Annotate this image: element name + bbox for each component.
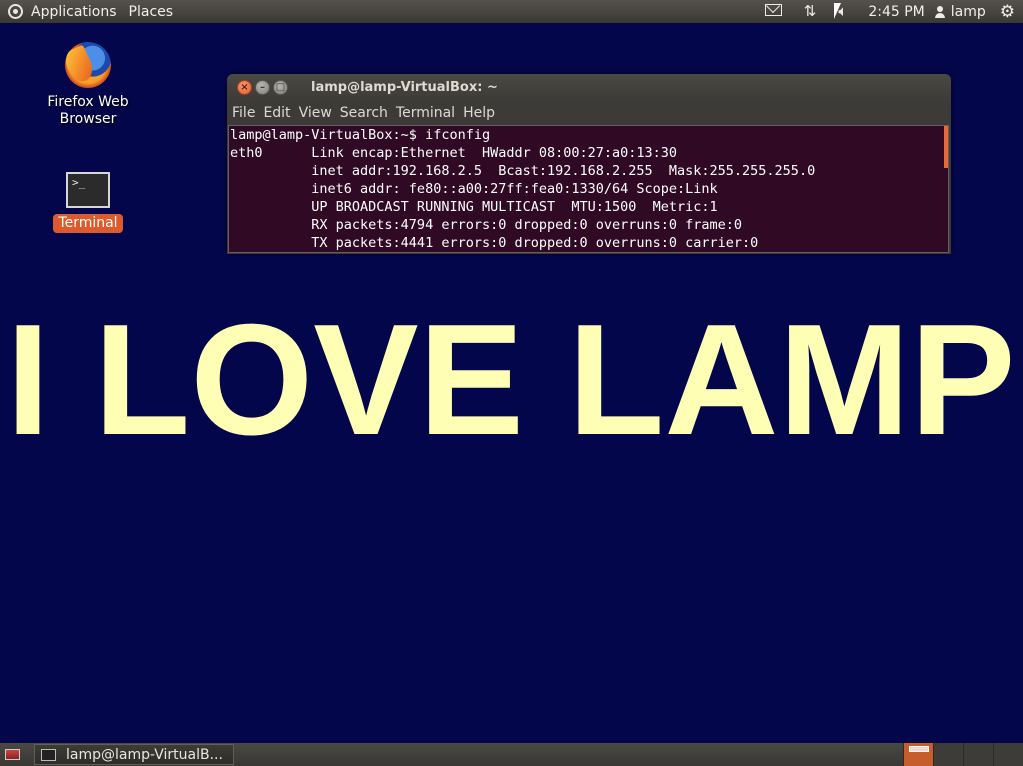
user-icon [934, 5, 945, 18]
terminal-icon [41, 748, 56, 761]
terminal-window[interactable]: × – □ lamp@lamp-VirtualBox: ~ File Edit … [227, 74, 951, 254]
maximize-button[interactable]: □ [273, 80, 288, 95]
workspace-switcher [903, 743, 1023, 766]
window-controls: × – □ [237, 80, 291, 95]
terminal-output[interactable]: lamp@lamp-VirtualBox:~$ ifconfig eth0 Li… [228, 125, 949, 253]
menu-view[interactable]: View [299, 105, 332, 121]
terminal-icon: >_ [66, 172, 110, 208]
top-panel: Applications Places ⇅ 🔈︎ 2:45 PM lamp ⚙ [0, 0, 1023, 23]
terminal-title: lamp@lamp-VirtualBox: ~ [311, 80, 498, 95]
terminal-menu-bar: File Edit View Search Terminal Help [227, 101, 951, 125]
terminal-line: RX packets:4794 errors:0 dropped:0 overr… [230, 217, 743, 233]
wallpaper-banner-text: I LOVE LAMP [6, 292, 1016, 468]
taskbar-terminal-button[interactable]: lamp@lamp-VirtualB... [34, 744, 234, 765]
firefox-icon [65, 42, 111, 88]
terminal-line: eth0 Link encap:Ethernet HWaddr 08:00:27… [230, 145, 678, 161]
firefox-desktop-icon[interactable]: Firefox Web Browser [38, 42, 138, 128]
menu-search[interactable]: Search [340, 105, 388, 121]
menu-terminal[interactable]: Terminal [396, 105, 455, 121]
minimize-button[interactable]: – [255, 80, 270, 95]
user-menu[interactable]: lamp [934, 3, 986, 20]
terminal-title-bar[interactable]: × – □ lamp@lamp-VirtualBox: ~ [227, 74, 951, 101]
bottom-panel: lamp@lamp-VirtualB... [0, 743, 1023, 766]
applications-menu[interactable]: Applications [31, 4, 117, 20]
menu-help[interactable]: Help [463, 105, 495, 121]
workspace-4[interactable] [993, 743, 1023, 766]
workspace-3[interactable] [963, 743, 993, 766]
places-menu[interactable]: Places [129, 4, 174, 20]
network-icon[interactable]: ⇅ [804, 0, 817, 23]
panel-indicators: ⇅ 🔈︎ 2:45 PM lamp ⚙ [754, 0, 1023, 23]
terminal-desktop-icon[interactable]: >_ Terminal [50, 172, 126, 233]
terminal-scrollbar[interactable] [944, 126, 948, 168]
gear-icon[interactable]: ⚙ [1000, 2, 1015, 22]
mail-icon[interactable] [764, 0, 782, 23]
menu-edit[interactable]: Edit [263, 105, 290, 121]
ubuntu-logo-icon[interactable] [8, 4, 23, 19]
workspace-1[interactable] [903, 743, 933, 766]
terminal-line: TX packets:4441 errors:0 dropped:0 overr… [230, 235, 759, 251]
firefox-label-line1: Firefox Web [47, 94, 129, 110]
mouse-cursor-icon [834, 3, 841, 19]
taskbar-terminal-label: lamp@lamp-VirtualB... [66, 746, 223, 763]
terminal-line: UP BROADCAST RUNNING MULTICAST MTU:1500 … [230, 199, 718, 215]
close-button[interactable]: × [237, 80, 252, 95]
terminal-line: inet addr:192.168.2.5 Bcast:192.168.2.25… [230, 163, 816, 179]
desktop: Applications Places ⇅ 🔈︎ 2:45 PM lamp ⚙ … [0, 0, 1023, 766]
user-name: lamp [950, 3, 986, 20]
terminal-line: inet6 addr: fe80::a00:27ff:fea0:1330/64 … [230, 181, 718, 197]
firefox-label-line2: Browser [59, 111, 117, 127]
terminal-label: Terminal [53, 214, 123, 233]
workspace-2[interactable] [933, 743, 963, 766]
show-desktop-button[interactable] [5, 749, 20, 760]
clock[interactable]: 2:45 PM [868, 4, 924, 20]
terminal-line: lamp@lamp-VirtualBox:~$ ifconfig [230, 127, 491, 143]
menu-file[interactable]: File [232, 105, 255, 121]
